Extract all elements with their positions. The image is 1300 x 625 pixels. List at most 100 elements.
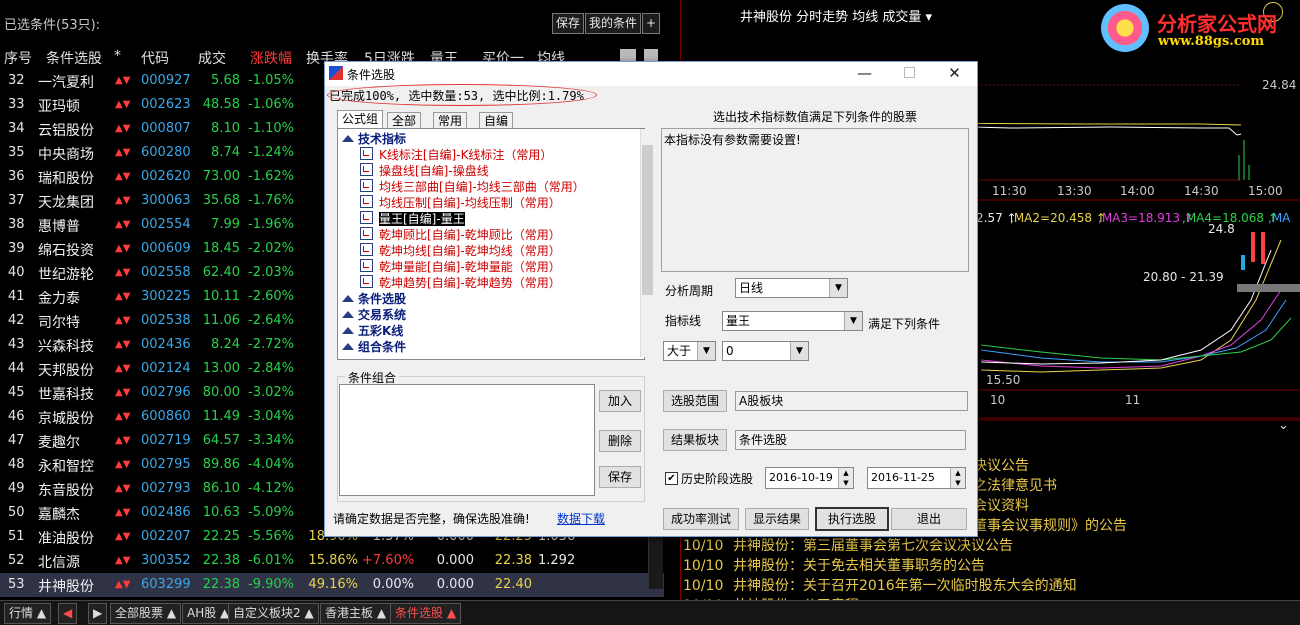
trend-arrow-icon: ▲▼ — [115, 219, 131, 230]
tab-condition-select[interactable]: 条件选股 ▲ — [390, 603, 462, 624]
save-button[interactable]: 保存 — [599, 466, 641, 488]
news-date: 10/10 — [683, 558, 724, 574]
tab-common[interactable]: 常用 — [433, 112, 468, 129]
trend-arrow-icon: ▲▼ — [115, 411, 131, 422]
spin-arrows-icon[interactable]: ▲ ▼ — [838, 468, 853, 488]
tree-group[interactable]: 技术指标 — [342, 131, 406, 147]
condition-list[interactable] — [339, 384, 595, 496]
add-condition-button[interactable]: + — [642, 13, 660, 34]
tree-item[interactable]: 量王[自编]-量王 — [360, 211, 465, 227]
header-code[interactable]: 代码 — [141, 48, 169, 68]
indicator-label: 指标线 — [665, 314, 702, 328]
trend-arrow-icon: ▲▼ — [115, 171, 131, 182]
tab-prev[interactable]: ◀ — [58, 603, 78, 624]
tree-item[interactable]: 乾坤趋势[自编]-乾坤趋势（常用） — [360, 275, 561, 291]
tree-group[interactable]: 五彩K线 — [342, 323, 403, 339]
spin-arrows-icon[interactable]: ▲ ▼ — [950, 468, 965, 488]
add-button[interactable]: 加入 — [599, 390, 641, 412]
dropdown-arrow-icon[interactable]: ▼ — [790, 342, 808, 360]
stock-price: 8.10 — [211, 121, 240, 136]
tab-hk-main[interactable]: 香港主板 ▲ — [320, 603, 392, 624]
tree-group[interactable]: 条件选股 — [342, 291, 406, 307]
tree-item[interactable]: K线标注[自编]-K线标注（常用） — [360, 147, 552, 163]
date-to-picker[interactable]: 2016-11-25 ▲ ▼ — [867, 467, 966, 489]
period-select[interactable]: 日线 ▼ — [735, 278, 848, 298]
header-change-pct[interactable]: 涨跌幅 — [250, 48, 292, 68]
tab-market[interactable]: 行情 ▲ — [4, 603, 52, 624]
home-icon — [342, 311, 354, 318]
dropdown-arrow-icon[interactable]: ▼ — [697, 342, 715, 360]
stock-range-button[interactable]: 选股范围 — [663, 390, 727, 412]
indicator-select[interactable]: 量王 ▼ — [722, 311, 863, 331]
tab-formula-group[interactable]: 公式组 — [337, 110, 384, 129]
header-index[interactable]: 序号 — [4, 48, 32, 68]
tree-item[interactable]: 操盘线[自编]-操盘线 — [360, 163, 489, 179]
stock-price: 7.99 — [211, 217, 240, 232]
tab-all[interactable]: 全部 — [387, 112, 422, 129]
stock-name: 世嘉科技 — [38, 387, 94, 403]
row-index: 41 — [8, 289, 25, 304]
data-download-link[interactable]: 数据下载 — [557, 510, 605, 527]
dropdown-arrow-icon[interactable]: ▼ — [829, 279, 847, 297]
trend-arrow-icon: ▲▼ — [115, 435, 131, 446]
delete-button[interactable]: 删除 — [599, 430, 641, 452]
close-icon[interactable]: ✕ — [932, 62, 977, 86]
stock-name: 兴森科技 — [38, 339, 94, 355]
maximize-icon[interactable]: ☐ — [887, 62, 932, 86]
row-index: 47 — [8, 433, 25, 448]
result-block-button[interactable]: 结果板块 — [663, 429, 727, 451]
tree-scrollbar[interactable] — [640, 129, 655, 357]
tree-group[interactable]: 组合条件 — [342, 339, 406, 355]
stock-price: 89.86 — [202, 457, 240, 472]
tab-custom-block2[interactable]: 自定义板块2 ▲ — [228, 603, 319, 624]
threshold-select[interactable]: 0 ▼ — [722, 341, 809, 361]
tab-all-stocks[interactable]: 全部股票 ▲ — [110, 603, 182, 624]
tab-next[interactable]: ▶ — [88, 603, 108, 624]
news-item[interactable]: 10/10 井神股份：关于召开2016年第一次临时股东大会的通知 — [683, 575, 1283, 595]
tree-scroll-thumb[interactable] — [642, 145, 653, 295]
news-item[interactable]: 10/10 井神股份：关于免去相关董事职务的公告 — [683, 555, 1283, 575]
trend-arrow-icon: ▲▼ — [115, 291, 131, 302]
formula-icon — [360, 211, 373, 224]
collapse-icon[interactable]: ⌄ — [1278, 418, 1289, 433]
row-index: 43 — [8, 337, 25, 352]
turnover: 15.86% — [308, 553, 358, 568]
stock-code: 000807 — [141, 121, 191, 136]
header-flag[interactable]: * — [114, 48, 121, 64]
header-price[interactable]: 成交 — [198, 48, 226, 68]
tree-item[interactable]: 均线压制[自编]-均线压制（常用） — [360, 195, 561, 211]
volume-king: 0.000 — [436, 577, 474, 592]
kline-high-label: 24.8 — [1208, 222, 1235, 236]
stock-name: 世纪游轮 — [38, 267, 94, 283]
exit-button[interactable]: 退出 — [891, 508, 967, 530]
my-conditions-button[interactable]: 我的条件 — [585, 13, 642, 34]
header-condition[interactable]: 条件选股 — [46, 48, 102, 68]
change-pct: -9.90% — [248, 577, 294, 592]
execute-select-button[interactable]: 执行选股 — [815, 507, 889, 531]
save-condition-button[interactable]: 保存 — [552, 13, 585, 34]
tree-item[interactable]: 均线三部曲[自编]-均线三部曲（常用） — [360, 179, 585, 195]
indicator-value: 量王 — [726, 314, 751, 328]
tab-custom[interactable]: 自编 — [479, 112, 514, 129]
date-from-picker[interactable]: 2016-10-19 ▲ ▼ — [765, 467, 854, 489]
tree-group[interactable]: 交易系统 — [342, 307, 406, 323]
dropdown-arrow-icon[interactable]: ▼ — [844, 312, 862, 330]
news-item[interactable]: 10/10 井神股份：第三届董事会第七次会议决议公告 — [683, 535, 1283, 555]
tab-ah-shares[interactable]: AH股 ▲ — [182, 603, 235, 624]
stock-code: 300225 — [141, 289, 191, 304]
stock-range-value: A股板块 — [735, 391, 968, 411]
tree-item[interactable]: 乾坤量能[自编]-乾坤量能（常用） — [360, 259, 561, 275]
compare-select[interactable]: 大于 ▼ — [663, 341, 716, 361]
success-rate-test-button[interactable]: 成功率测试 — [663, 508, 739, 530]
table-row[interactable]: 53 井神股份 ▲▼ 603299 22.38 -9.90% 49.16% 0.00% 0.00… — [0, 573, 664, 597]
trend-arrow-icon: ▲▼ — [115, 555, 131, 566]
chart-title[interactable]: 井神股份 分时走势 均线 成交量 ▾ — [740, 6, 932, 25]
history-checkbox[interactable]: ✔ — [665, 472, 678, 485]
stock-code: 000927 — [141, 73, 191, 88]
tree-item[interactable]: 乾坤均线[自编]-乾坤均线（常用） — [360, 243, 561, 259]
minimize-icon[interactable]: — — [842, 62, 887, 86]
row-index: 52 — [8, 553, 25, 568]
table-row[interactable]: 52 北信源 ▲▼ 300352 22.38 -6.01% 15.86% +7.60% 0.00… — [0, 549, 664, 573]
show-result-button[interactable]: 显示结果 — [745, 508, 809, 530]
tree-item[interactable]: 乾坤顾比[自编]-乾坤顾比（常用） — [360, 227, 561, 243]
